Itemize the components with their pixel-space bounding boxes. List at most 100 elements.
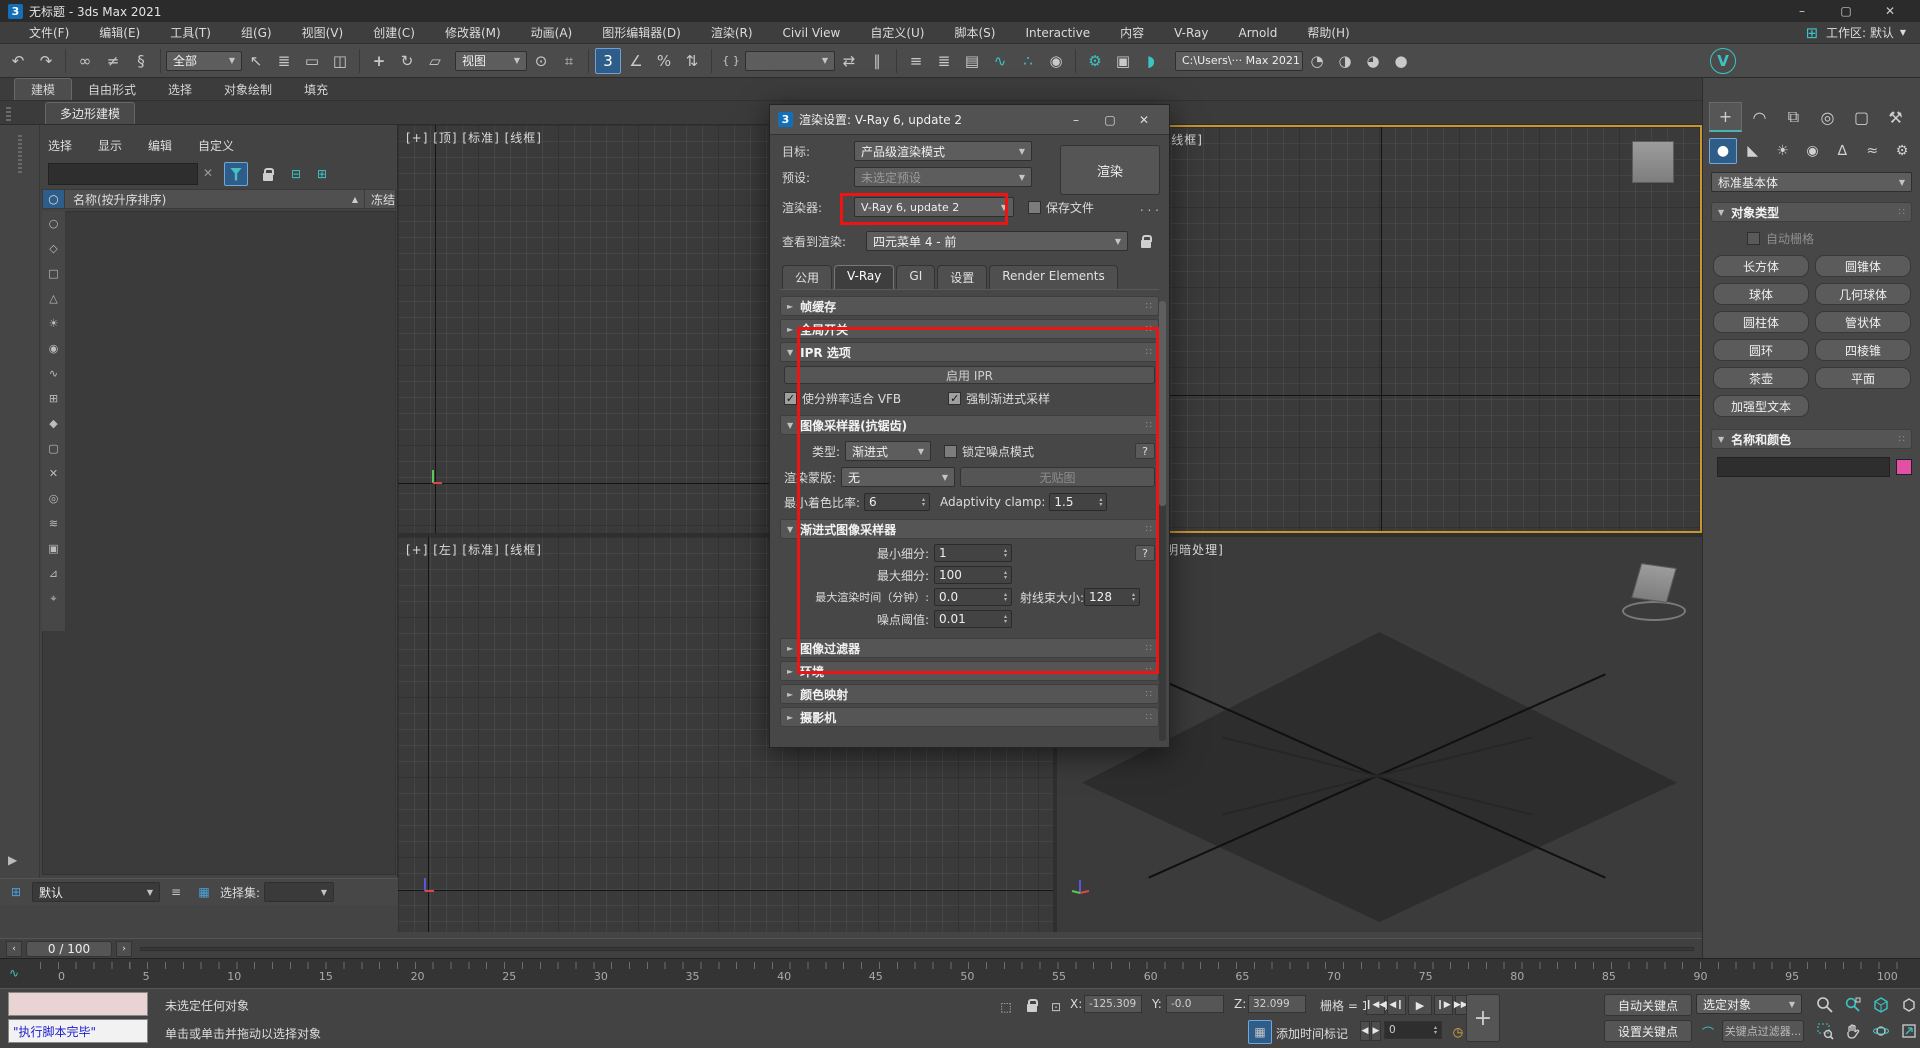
create-geosphere-button[interactable]: 几何球体 [1815,283,1911,305]
set-keys-button[interactable]: + [1466,994,1500,1042]
renderer-dropdown[interactable]: V-Ray 6, update 2 ▼ [854,197,1014,217]
ribbon-tab-populate[interactable]: 填充 [288,79,344,100]
render-mask-dropdown[interactable]: 无 ▼ [841,467,955,487]
sort-ascending-icon[interactable]: ▲ [352,195,358,204]
spinner-snap-button[interactable]: ⇅ [679,48,705,74]
menu-customize[interactable]: 自定义(U) [855,24,939,41]
render-production-button[interactable]: ◗ [1138,48,1164,74]
filter-button[interactable] [224,162,248,186]
render-preset-a-button[interactable]: ◔ [1304,48,1330,74]
toggle-layer-explorer-button[interactable]: ≣ [931,48,957,74]
maxscript-listener-output[interactable]: "执行脚本完毕" [8,1019,148,1043]
viewcube[interactable] [1631,563,1677,603]
display-column-icon[interactable]: ○ [43,190,65,208]
current-frame-field[interactable]: 0 ▴▾ [1384,1021,1442,1039]
grid-view-icon[interactable]: ▦ [192,880,216,904]
select-object-button[interactable]: ↖ [243,48,269,74]
expand-arrow-icon[interactable]: ▶ [8,853,17,867]
rollout-image-sampler[interactable]: ▼ 图像采样器(抗锯齿) ∷ [780,415,1159,435]
select-rotate-button[interactable]: ↻ [394,48,420,74]
undo-button[interactable]: ↶ [5,48,31,74]
spinner-icon[interactable]: ▴▾ [1095,497,1102,507]
rendered-frame-window-button[interactable]: ▣ [1110,48,1136,74]
save-file-checkbox[interactable] [1028,201,1041,214]
pan-hand-icon[interactable] [1840,1019,1865,1043]
no-map-button[interactable]: 无贴图 [960,467,1155,487]
lock-view-button[interactable] [1134,229,1158,253]
drag-handle[interactable] [18,133,22,173]
maximize-viewport-icon[interactable] [1896,1019,1920,1043]
freeze-column-header[interactable]: 冻结 [371,191,395,208]
render-preset-b-button[interactable]: ◑ [1332,48,1358,74]
time-slider-handle[interactable]: 0 / 100 [26,941,112,957]
reference-coordinate-dropdown[interactable]: 视图 ▼ [455,51,527,71]
menu-animation[interactable]: 动画(A) [516,24,588,41]
menu-group[interactable]: 组(G) [226,24,287,41]
spinner-icon[interactable]: ▴▾ [1430,1025,1437,1035]
add-time-tag-button[interactable]: 添加时间标记 [1276,1025,1348,1042]
filter-frozen-icon[interactable]: ≋ [45,515,62,532]
filter-hidden-icon[interactable]: ▣ [45,540,62,557]
spinner-icon[interactable]: ▴▾ [1000,548,1007,558]
object-color-swatch[interactable] [1896,459,1912,475]
z-coordinate-field[interactable]: 32.099 [1248,995,1306,1013]
menu-tools[interactable]: 工具(T) [155,24,226,41]
filter-layers-icon[interactable]: ⊿ [45,565,62,582]
render-button[interactable]: 渲染 [1060,145,1160,195]
rollout-environment[interactable]: ► 环境 ∷ [780,661,1159,681]
ribbon-tab-object-paint[interactable]: 对象绘制 [208,79,288,100]
menu-help[interactable]: 帮助(H) [1292,24,1364,41]
explorer-menu-select[interactable]: 选择 [48,137,72,154]
render-preset-d-button[interactable]: ● [1388,48,1414,74]
percent-snap-button[interactable]: % [651,48,677,74]
category-dropdown[interactable]: 标准基本体 ▼ [1711,172,1912,192]
snap-toggle-3d-button[interactable]: 3 [595,48,621,74]
menu-graph-editors[interactable]: 图形编辑器(D) [587,24,696,41]
filter-spacewarps-icon[interactable]: ∿ [45,365,62,382]
dialog-scrollbar[interactable] [1159,301,1166,741]
adaptivity-clamp-field[interactable]: 1.5 ▴▾ [1049,493,1107,511]
key-mode-toggle-icon[interactable]: ⌒ [1696,1020,1720,1044]
go-to-start-button[interactable]: ❙◀◀ [1366,995,1385,1015]
select-link-button[interactable]: ∞ [72,48,98,74]
create-cone-button[interactable]: 圆锥体 [1815,255,1911,277]
drag-handle[interactable] [6,105,11,121]
filter-cameras-icon[interactable]: ☀ [45,315,62,332]
zoom-extents-all-icon[interactable] [1896,993,1920,1017]
create-torus-button[interactable]: 圆环 [1713,339,1809,361]
clear-search-icon[interactable]: ✕ [203,166,213,180]
orbit-icon[interactable] [1868,1019,1893,1043]
enable-ipr-button[interactable]: 启用 IPR [784,366,1155,384]
explorer-column-header[interactable]: ○ 名称(按升序排序) ▲ 冻结 [42,189,396,209]
set-key-button[interactable]: 设置关键点 [1604,1020,1692,1042]
rollout-object-type[interactable]: ▼ 对象类型 ∷ [1711,202,1912,222]
tab-motion[interactable]: ◎ [1811,102,1844,132]
menu-scripting[interactable]: 脚本(S) [939,24,1010,41]
filter-all-icon[interactable]: ○ [45,215,62,232]
filter-helpers-icon[interactable]: ◉ [45,340,62,357]
align-button[interactable]: ∥ [864,48,890,74]
collapse-tree-button[interactable]: ⊞ [310,162,334,186]
create-cylinder-button[interactable]: 圆柱体 [1713,311,1809,333]
zoom-all-icon[interactable] [1840,993,1865,1017]
play-button[interactable]: ▶ [1408,995,1432,1015]
tab-common[interactable]: 公用 [782,265,832,289]
redo-button[interactable]: ↷ [33,48,59,74]
filter-lights-icon[interactable]: △ [45,290,62,307]
track-bar[interactable]: ∿ 05101520253035404550556065707580859095… [0,958,1920,988]
explorer-menu-customize[interactable]: 自定义 [198,137,234,154]
select-scale-button[interactable]: ▱ [422,48,448,74]
create-textplus-button[interactable]: 加强型文本 [1713,395,1809,417]
rollout-ipr-options[interactable]: ▼ IPR 选项 ∷ [780,342,1159,362]
ribbon-subtab-polygon-modeling[interactable]: 多边形建模 [45,102,135,124]
subtab-systems[interactable]: ⚙ [1888,138,1916,164]
selection-filter-dropdown[interactable]: 全部 ▼ [166,51,242,71]
filter-bones-icon[interactable]: ▢ [45,440,62,457]
filter-geometry-icon[interactable]: ◇ [45,240,62,257]
tab-settings[interactable]: 设置 [937,265,987,289]
fit-resolution-vfb-checkbox[interactable]: ✓ [784,392,797,405]
preset-dropdown[interactable]: 未选定预设 ▼ [854,167,1032,187]
tab-modify[interactable]: ◠ [1743,102,1776,132]
mini-curve-editor-button[interactable]: ∿ [2,961,26,985]
vray-toolbar-icon[interactable]: V [1710,48,1736,74]
